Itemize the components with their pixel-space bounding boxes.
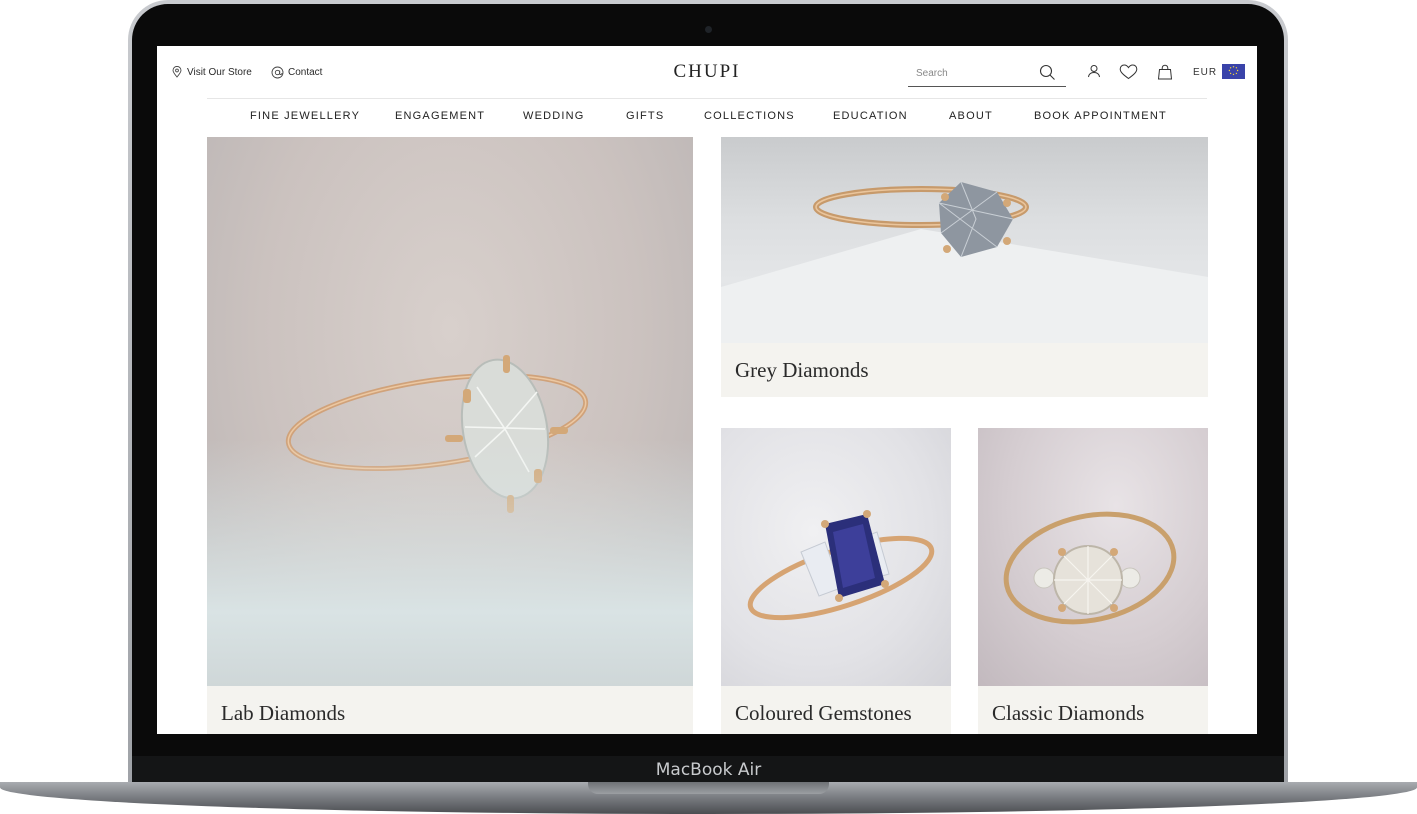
- lab-diamond-ring-image: [207, 137, 693, 686]
- nav-book-appointment[interactable]: BOOK APPOINTMENT: [1034, 110, 1167, 122]
- ring-illustration: [721, 181, 1208, 343]
- tile-caption: Classic Diamonds: [978, 686, 1208, 734]
- search-icon[interactable]: [1039, 64, 1056, 81]
- contact-link[interactable]: Contact: [271, 66, 322, 79]
- device-label: MacBook Air: [655, 760, 762, 780]
- nav-wedding[interactable]: WEDDING: [523, 110, 585, 122]
- tile-classic-diamonds[interactable]: Classic Diamonds: [978, 428, 1208, 734]
- nav-collections[interactable]: COLLECTIONS: [704, 110, 795, 122]
- shopping-bag-icon[interactable]: [1157, 64, 1173, 80]
- tile-lab-diamonds[interactable]: Lab Diamonds: [207, 137, 693, 734]
- sapphire-ring-image: [721, 428, 951, 686]
- heart-icon[interactable]: [1119, 64, 1138, 80]
- search-input[interactable]: [916, 65, 1034, 81]
- currency-selector[interactable]: EUR: [1193, 67, 1217, 78]
- contact-label: Contact: [288, 67, 323, 78]
- camera: [705, 26, 712, 33]
- tile-coloured-gemstones[interactable]: Coloured Gemstones: [721, 428, 951, 734]
- header-divider: [207, 98, 1207, 99]
- nav-gifts[interactable]: GIFTS: [626, 110, 664, 122]
- nav-fine-jewellery[interactable]: FINE JEWELLERY: [250, 110, 360, 122]
- ring-illustration: [747, 510, 935, 621]
- website-screen: Visit Our Store Contact CHUPI Search EUR…: [157, 46, 1257, 734]
- visit-store-label: Visit Our Store: [187, 66, 252, 78]
- location-pin-icon: [172, 66, 182, 78]
- visit-store-link[interactable]: Visit Our Store: [171, 66, 252, 78]
- ring-illustration: [285, 355, 589, 513]
- grey-diamond-ring-image: [721, 137, 1208, 343]
- header: Visit Our Store Contact CHUPI Search EUR: [157, 46, 1257, 98]
- main-nav: FINE JEWELLERY ENGAGEMENT WEDDING GIFTS …: [157, 110, 1257, 126]
- classic-diamond-ring-image: [978, 428, 1208, 686]
- tile-caption: Coloured Gemstones: [721, 686, 951, 734]
- tile-grey-diamonds[interactable]: Grey Diamonds: [721, 137, 1208, 397]
- user-icon[interactable]: [1087, 64, 1101, 78]
- nav-education[interactable]: EDUCATION: [833, 110, 908, 122]
- ring-illustration: [1003, 511, 1177, 625]
- tile-caption: Grey Diamonds: [721, 343, 1208, 397]
- nav-engagement[interactable]: ENGAGEMENT: [395, 110, 485, 122]
- tile-caption: Lab Diamonds: [207, 686, 693, 734]
- search-box: [908, 62, 1066, 87]
- eu-flag-icon[interactable]: [1222, 64, 1245, 79]
- laptop-notch: [588, 782, 829, 794]
- nav-about[interactable]: ABOUT: [949, 110, 993, 122]
- at-sign-icon: [271, 66, 284, 79]
